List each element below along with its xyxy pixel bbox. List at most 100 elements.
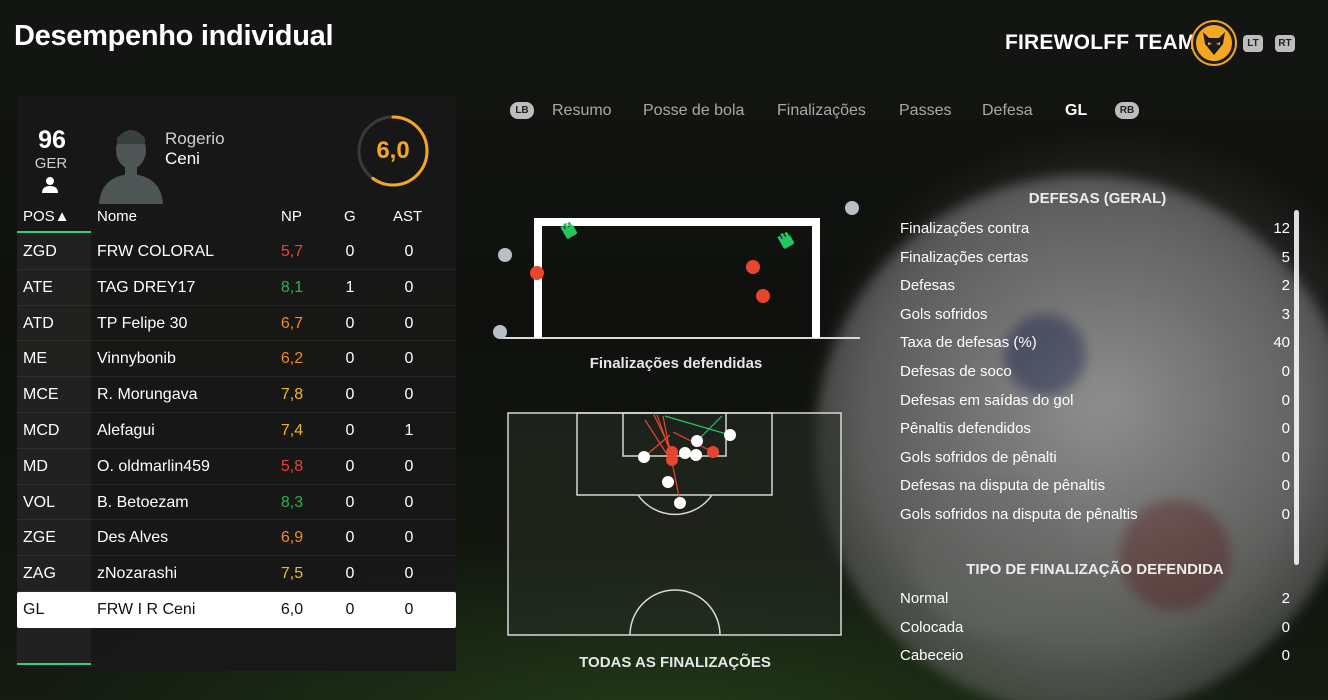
stat-label: Defesas na disputa de pênaltis <box>900 477 1106 495</box>
player-assists: 0 <box>404 600 414 618</box>
tab-gl[interactable]: GL <box>1065 102 1087 120</box>
stat-value: 0 <box>1281 420 1290 438</box>
stat-row: Defesas 2 <box>900 271 1290 300</box>
shot-goal-marker <box>530 266 544 280</box>
player-position: ZAG <box>23 565 56 583</box>
stat-row: Defesas na disputa de pênaltis 0 <box>900 471 1290 500</box>
table-row[interactable]: ME Vinnybonib 6,2 0 0 <box>17 341 456 378</box>
stat-label: Gols sofridos na disputa de pênaltis <box>900 505 1138 523</box>
player-goals: 0 <box>345 386 355 404</box>
player-assists: 0 <box>404 350 414 368</box>
player-position: MD <box>23 457 48 475</box>
stat-value: 3 <box>1281 305 1290 323</box>
pitch-outline <box>507 412 842 636</box>
shot-marker <box>691 435 703 447</box>
player-name: TP Felipe 30 <box>97 314 188 332</box>
table-row[interactable]: MD O. oldmarlin459 5,8 0 0 <box>17 449 456 485</box>
shot-marker <box>724 429 736 441</box>
goal-shot-marker <box>666 454 678 466</box>
player-assists: 0 <box>404 243 414 260</box>
player-silhouette-image <box>95 124 167 209</box>
player-name: O. oldmarlin459 <box>97 457 210 475</box>
player-name: Alefagui <box>97 421 155 439</box>
player-assists: 0 <box>404 278 414 296</box>
player-assists: 0 <box>404 529 414 547</box>
shot-off-target <box>845 201 859 215</box>
player-assists: 0 <box>404 314 414 332</box>
column-header-g[interactable]: G <box>344 208 356 225</box>
table-row[interactable]: MCD Alefagui 7,4 0 1 <box>17 413 456 449</box>
table-row[interactable]: ZGE Des Alves 6,9 0 0 <box>17 520 456 557</box>
table-row[interactable]: ATD TP Felipe 30 6,7 0 0 <box>17 306 456 342</box>
tab-posse-de-bola[interactable]: Posse de bola <box>643 102 744 120</box>
stat-value: 0 <box>1281 505 1290 523</box>
stats-scrollbar[interactable] <box>1294 210 1299 565</box>
player-rating: 6,9 <box>280 529 304 547</box>
column-header-np[interactable]: NP <box>281 208 302 225</box>
shot-marker <box>662 476 674 488</box>
stat-label: Normal <box>900 590 949 607</box>
player-rating: 5,8 <box>280 457 304 475</box>
table-row[interactable]: MCE R. Morungava 7,8 0 0 <box>17 377 456 413</box>
player-position: ATD <box>23 314 54 332</box>
stat-label: Finalizações certas <box>900 248 1029 266</box>
shot-type-row: Colocada 0 <box>900 613 1290 642</box>
pitch-shot-map <box>507 412 842 636</box>
stat-row: Finalizações certas 5 <box>900 243 1290 272</box>
player-position: ZGE <box>23 529 56 547</box>
stat-row: Gols sofridos de pênalti 0 <box>900 443 1290 472</box>
player-header: 96 GER Rogerio Ceni 6,0 <box>17 96 456 204</box>
save-glove-icon <box>777 231 794 249</box>
shot-goal-marker <box>756 289 770 303</box>
player-goals: 0 <box>345 350 355 368</box>
player-position: ZGD <box>23 243 57 260</box>
stat-value: 2 <box>1281 277 1290 295</box>
shot-marker <box>638 451 650 463</box>
rt-button[interactable]: RT <box>1275 35 1295 52</box>
player-name: TAG DREY17 <box>97 278 196 296</box>
table-row[interactable]: VOL B. Betoezam 8,3 0 0 <box>17 485 456 521</box>
column-header-name[interactable]: Nome <box>97 208 137 225</box>
table-row[interactable]: ATE TAG DREY17 8,1 1 0 <box>17 270 456 306</box>
player-goals: 0 <box>345 529 355 547</box>
tab-passes[interactable]: Passes <box>899 102 951 120</box>
sort-indicator-underline <box>17 231 91 233</box>
player-position: ATE <box>23 278 53 296</box>
table-row[interactable]: GL FRW I R Ceni 6,0 0 0 <box>17 591 456 628</box>
tab-defesa[interactable]: Defesa <box>982 102 1033 120</box>
shot-type-title: TIPO DE FINALIZAÇÃO DEFENDIDA <box>966 561 1224 578</box>
player-position: GL <box>23 600 45 618</box>
lb-button[interactable]: LB <box>510 102 534 119</box>
stat-label: Gols sofridos <box>900 305 988 323</box>
stat-label: Defesas de soco <box>900 362 1012 380</box>
player-goals: 0 <box>345 243 355 260</box>
player-goals: 0 <box>345 493 355 511</box>
shot-off-target <box>493 325 507 339</box>
tab-resumo[interactable]: Resumo <box>552 102 612 120</box>
player-name: FRW I R Ceni <box>97 600 196 618</box>
defense-stats-list: Finalizações contra 12 Finalizações certas… <box>900 214 1290 529</box>
lt-button[interactable]: LT <box>1243 35 1263 52</box>
player-name: R. Morungava <box>97 386 198 404</box>
team-name: FIREWOLFF TEAM <box>1005 31 1196 54</box>
player-match-rating: 6,0 <box>376 137 410 164</box>
column-header-pos[interactable]: POS▲ <box>23 208 70 225</box>
scroll-indicator <box>17 663 91 665</box>
column-header-ast[interactable]: AST <box>393 208 422 225</box>
table-row[interactable]: ZAG zNozarashi 7,5 0 0 <box>17 556 456 592</box>
shot-type-row: Normal 2 <box>900 584 1290 613</box>
rb-button[interactable]: RB <box>1115 102 1139 119</box>
stat-value: 5 <box>1281 248 1290 266</box>
stat-row: Gols sofridos na disputa de pênaltis 0 <box>900 500 1290 529</box>
wolf-crest-icon <box>1193 22 1235 64</box>
shot-marker <box>690 449 702 461</box>
player-position: ME <box>23 350 47 368</box>
player-overall: 96 <box>38 126 66 154</box>
tab-finalizacoes[interactable]: Finalizações <box>777 102 866 120</box>
stat-label: Pênaltis defendidos <box>900 420 1031 438</box>
player-assists: 0 <box>404 386 414 404</box>
player-rating: 5,7 <box>280 243 304 260</box>
table-row[interactable]: ZGD FRW COLORAL 5,7 0 0 <box>17 234 456 270</box>
stat-label: Finalizações contra <box>900 220 1030 237</box>
stat-row: Pênaltis defendidos 0 <box>900 414 1290 443</box>
